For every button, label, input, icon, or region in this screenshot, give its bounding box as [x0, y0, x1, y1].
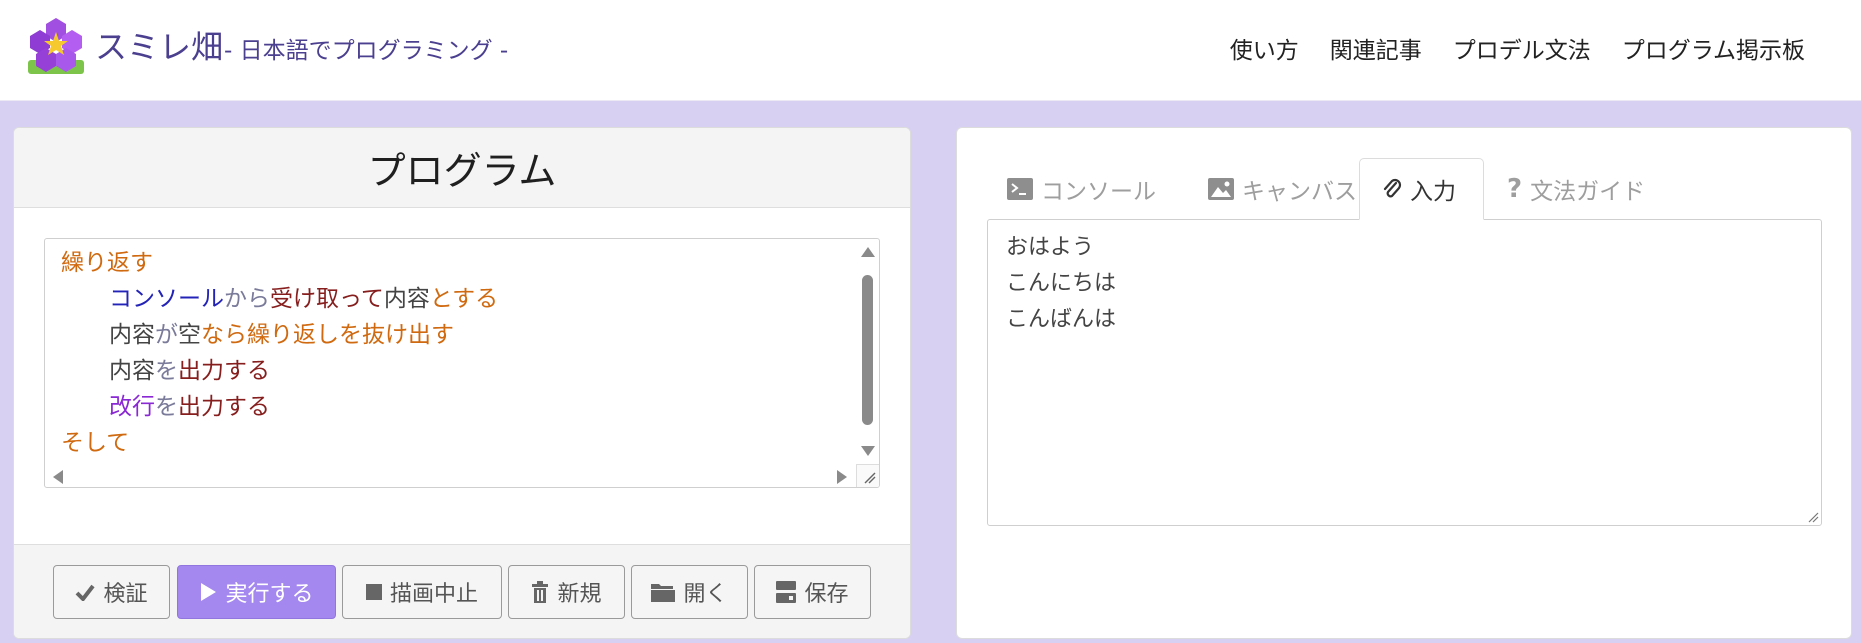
- code-token-particle: から: [224, 286, 270, 312]
- code-token-particle: を: [155, 394, 178, 420]
- verify-button-label: 検証: [103, 582, 148, 607]
- code-token-variable: 空: [178, 322, 201, 348]
- code-token-variable: 内容: [109, 322, 155, 348]
- input-line: おはよう: [1006, 235, 1095, 260]
- tab-canvas-label: キャンバス: [1242, 179, 1357, 205]
- save-disk-icon: [776, 581, 797, 603]
- input-line: こんにちは: [1006, 271, 1117, 296]
- scroll-right-arrow-icon[interactable]: [837, 470, 847, 484]
- code-token-keyword: なら繰り返しを抜け出す: [201, 322, 454, 348]
- nav-link-grammar[interactable]: プロデル文法: [1453, 31, 1591, 65]
- code-line[interactable]: そして: [61, 425, 498, 461]
- code-token-function: 出力する: [178, 394, 270, 420]
- tab-input[interactable]: 入力: [1359, 158, 1484, 220]
- code-token-object: コンソール: [109, 286, 224, 312]
- verify-button[interactable]: 検証: [53, 565, 170, 619]
- stop-drawing-button[interactable]: 描画中止: [342, 565, 502, 619]
- code-token-constant: 改行: [109, 394, 155, 420]
- code-token-particle: を: [155, 358, 178, 384]
- tab-console-label: コンソール: [1041, 179, 1156, 205]
- tab-grammar-guide-label: 文法ガイド: [1530, 179, 1646, 205]
- stop-drawing-button-label: 描画中止: [389, 582, 478, 607]
- code-line[interactable]: 内容を出力する: [61, 353, 498, 389]
- code-editor[interactable]: 繰り返す コンソールから受け取って内容とする 内容が空なら繰り返しを抜け出す 内容を出…: [44, 238, 880, 488]
- site-tagline: - 日本語でプログラミング -: [224, 38, 509, 64]
- input-line: こんばんは: [1006, 307, 1117, 332]
- vertical-scrollbar[interactable]: [857, 239, 879, 464]
- program-toolbar: 検証 実行する 描画中止 新規 開く 保存: [14, 544, 910, 638]
- save-button-label: 保存: [804, 582, 849, 607]
- site-brand[interactable]: スミレ畑: [95, 22, 223, 68]
- code-token-variable: 内容: [383, 286, 430, 312]
- code-token-variable: 内容: [109, 358, 155, 384]
- run-button-label: 実行する: [225, 582, 314, 607]
- code-token-keyword: そして: [61, 430, 130, 456]
- paperclip-icon: [1383, 178, 1402, 198]
- code-token-function: 出力する: [178, 358, 270, 384]
- save-button[interactable]: 保存: [754, 565, 871, 619]
- program-panel: プログラム 繰り返す コンソールから受け取って内容とする 内容が空なら繰り返しを抜け…: [13, 127, 911, 639]
- tab-grammar-guide[interactable]: ? 文法ガイド: [1507, 158, 1645, 220]
- code-token-keyword: とする: [429, 286, 499, 312]
- vertical-scroll-thumb[interactable]: [862, 275, 873, 425]
- code-token-function: 受け取って: [270, 286, 384, 312]
- code-line[interactable]: 内容が空なら繰り返しを抜け出す: [61, 317, 498, 353]
- code-content[interactable]: 繰り返す コンソールから受け取って内容とする 内容が空なら繰り返しを抜け出す 内容を出…: [61, 245, 498, 461]
- nav-link-articles[interactable]: 関連記事: [1330, 31, 1422, 65]
- stdin-input-textarea[interactable]: おはようこんにちはこんばんは: [987, 219, 1822, 526]
- trash-icon: [532, 581, 549, 603]
- open-button[interactable]: 開く: [631, 565, 748, 619]
- tab-console[interactable]: コンソール: [1007, 158, 1156, 220]
- site-header: スミレ畑 - 日本語でプログラミング - 使い方 関連記事 プロデル文法 プログ…: [0, 0, 1861, 101]
- code-token-particle: が: [155, 322, 178, 348]
- open-button-label: 開く: [683, 582, 728, 607]
- code-line[interactable]: コンソールから受け取って内容とする: [61, 281, 498, 317]
- nav-link-board[interactable]: プログラム掲示板: [1622, 31, 1805, 65]
- play-icon: [201, 583, 217, 601]
- io-panel: コンソール キャンバス 入力 ? 文法ガイド おはようこんにちはこんばんは: [956, 127, 1852, 639]
- folder-open-icon: [651, 584, 676, 602]
- program-panel-title: プログラム: [14, 128, 910, 208]
- tab-canvas[interactable]: キャンバス: [1208, 158, 1357, 220]
- code-line[interactable]: 改行を出力する: [61, 389, 498, 425]
- image-icon: [1208, 178, 1234, 200]
- check-icon: [76, 584, 96, 601]
- horizontal-scrollbar[interactable]: [45, 465, 857, 487]
- code-token-keyword: 繰り返す: [61, 250, 153, 276]
- stop-icon: [365, 584, 382, 600]
- code-line[interactable]: 繰り返す: [61, 245, 498, 281]
- scroll-up-arrow-icon[interactable]: [861, 247, 875, 257]
- new-button-label: 新規: [557, 582, 602, 607]
- terminal-icon: [1007, 178, 1033, 200]
- top-nav: 使い方 関連記事 プロデル文法 プログラム掲示板: [1230, 31, 1805, 65]
- tab-input-label: 入力: [1410, 179, 1456, 205]
- question-icon: ?: [1507, 174, 1523, 204]
- scroll-down-arrow-icon[interactable]: [861, 446, 875, 456]
- violet-flower-logo-icon[interactable]: [26, 16, 86, 78]
- run-button[interactable]: 実行する: [177, 565, 336, 619]
- textarea-resize-grip-icon[interactable]: [1807, 511, 1819, 523]
- editor-resize-grip-icon[interactable]: [856, 464, 879, 487]
- scroll-left-arrow-icon[interactable]: [53, 470, 63, 484]
- new-button[interactable]: 新規: [508, 565, 625, 619]
- nav-link-usage[interactable]: 使い方: [1230, 31, 1299, 65]
